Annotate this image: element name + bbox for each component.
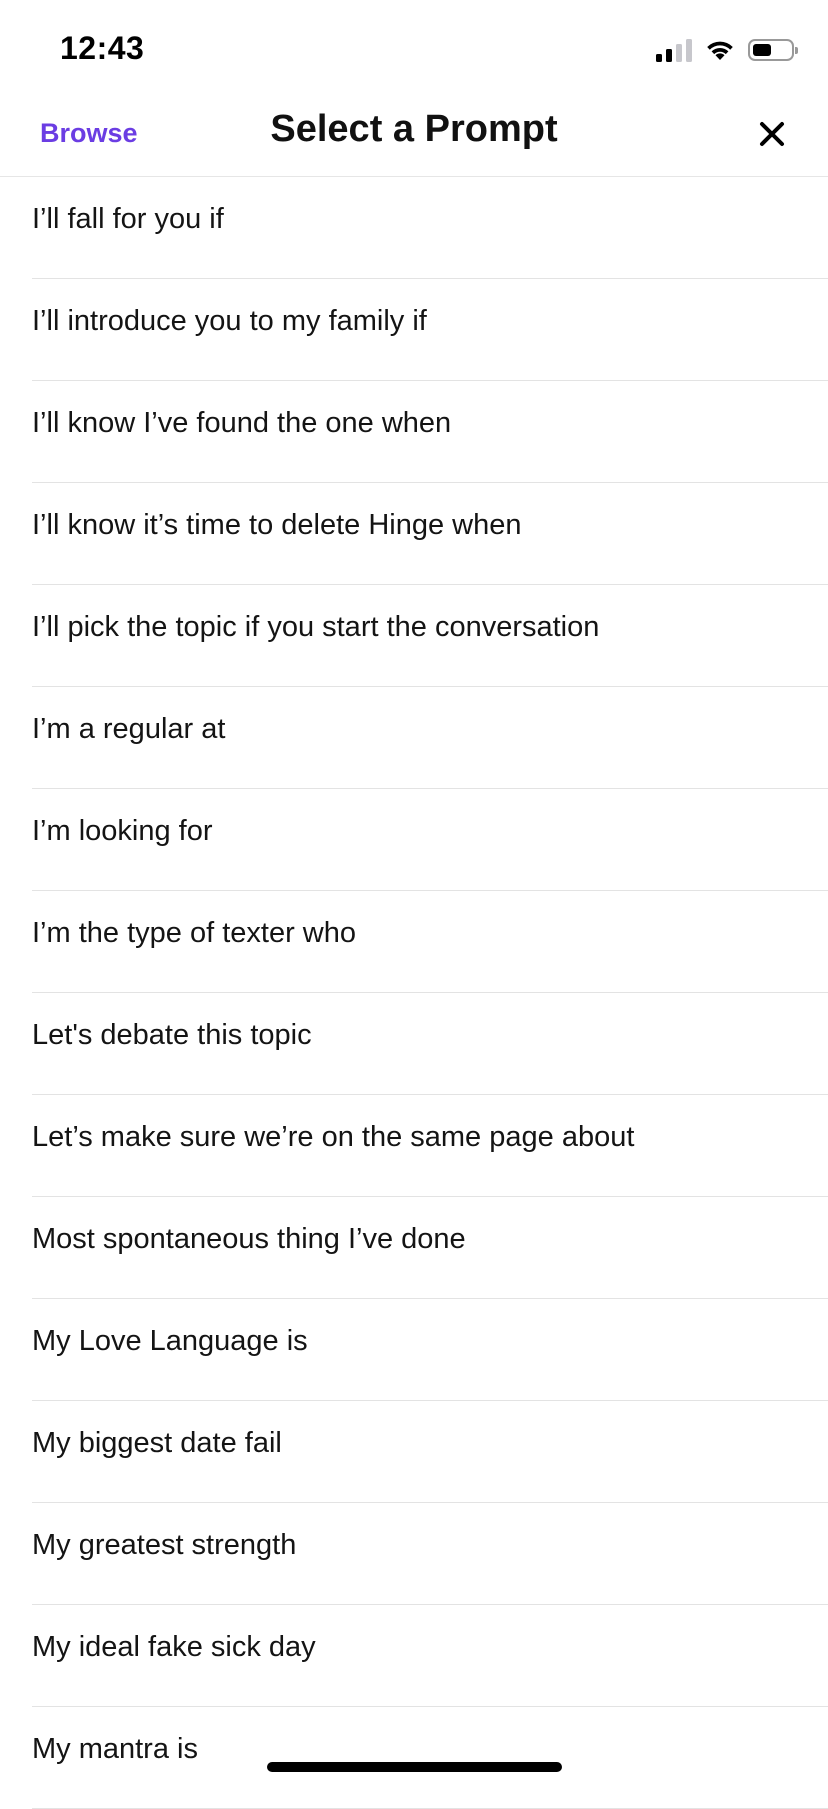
prompt-item[interactable]: My Love Language is — [0, 1299, 828, 1401]
prompt-label: My biggest date fail — [32, 1427, 282, 1459]
prompt-label: My Love Language is — [32, 1325, 308, 1357]
prompt-label: I’ll fall for you if — [32, 203, 224, 235]
home-indicator[interactable] — [267, 1762, 562, 1772]
status-icons — [656, 38, 798, 62]
prompt-item[interactable]: I’ll know it’s time to delete Hinge when — [0, 483, 828, 585]
prompt-item[interactable]: I’ll pick the topic if you start the con… — [0, 585, 828, 687]
prompt-label: Most spontaneous thing I’ve done — [32, 1223, 466, 1255]
prompt-label: I’m looking for — [32, 815, 213, 847]
status-time: 12:43 — [60, 30, 145, 66]
cellular-signal-icon — [656, 38, 692, 62]
prompt-item[interactable]: Let’s make sure we’re on the same page a… — [0, 1095, 828, 1197]
battery-icon — [748, 39, 798, 61]
prompt-item[interactable]: My mantra is — [0, 1707, 828, 1809]
prompt-item[interactable]: I’m a regular at — [0, 687, 828, 789]
nav-header: Browse Select a Prompt — [0, 100, 828, 177]
prompt-label: I’m the type of texter who — [32, 917, 356, 949]
prompt-label: I’m a regular at — [32, 713, 226, 745]
prompt-label: My ideal fake sick day — [32, 1631, 316, 1663]
prompt-item[interactable]: I’ll fall for you if — [0, 177, 828, 279]
prompt-label: Let’s make sure we’re on the same page a… — [32, 1121, 635, 1153]
prompt-item[interactable]: I’ll know I’ve found the one when — [0, 381, 828, 483]
status-bar: 12:43 — [0, 0, 828, 100]
prompt-item[interactable]: I’ll introduce you to my family if — [0, 279, 828, 381]
close-icon — [760, 122, 784, 146]
prompt-label: Let's debate this topic — [32, 1019, 312, 1051]
prompt-list: I’ll fall for you if I’ll introduce you … — [0, 177, 828, 1809]
prompt-item[interactable]: Let's debate this topic — [0, 993, 828, 1095]
prompt-item[interactable]: I’m looking for — [0, 789, 828, 891]
browse-button[interactable]: Browse — [40, 118, 138, 149]
close-button[interactable] — [752, 114, 792, 154]
prompt-item[interactable]: My greatest strength — [0, 1503, 828, 1605]
prompt-item[interactable]: Most spontaneous thing I’ve done — [0, 1197, 828, 1299]
prompt-label: My mantra is — [32, 1733, 198, 1765]
prompt-item[interactable]: My ideal fake sick day — [0, 1605, 828, 1707]
prompt-label: I’ll know I’ve found the one when — [32, 407, 452, 439]
wifi-icon — [707, 41, 733, 60]
prompt-label: I’ll pick the topic if you start the con… — [32, 611, 600, 643]
prompt-item[interactable]: My biggest date fail — [0, 1401, 828, 1503]
prompt-label: I’ll know it’s time to delete Hinge when — [32, 509, 522, 541]
prompt-label: I’ll introduce you to my family if — [32, 305, 427, 337]
prompt-label: My greatest strength — [32, 1529, 297, 1561]
prompt-item[interactable]: I’m the type of texter who — [0, 891, 828, 993]
